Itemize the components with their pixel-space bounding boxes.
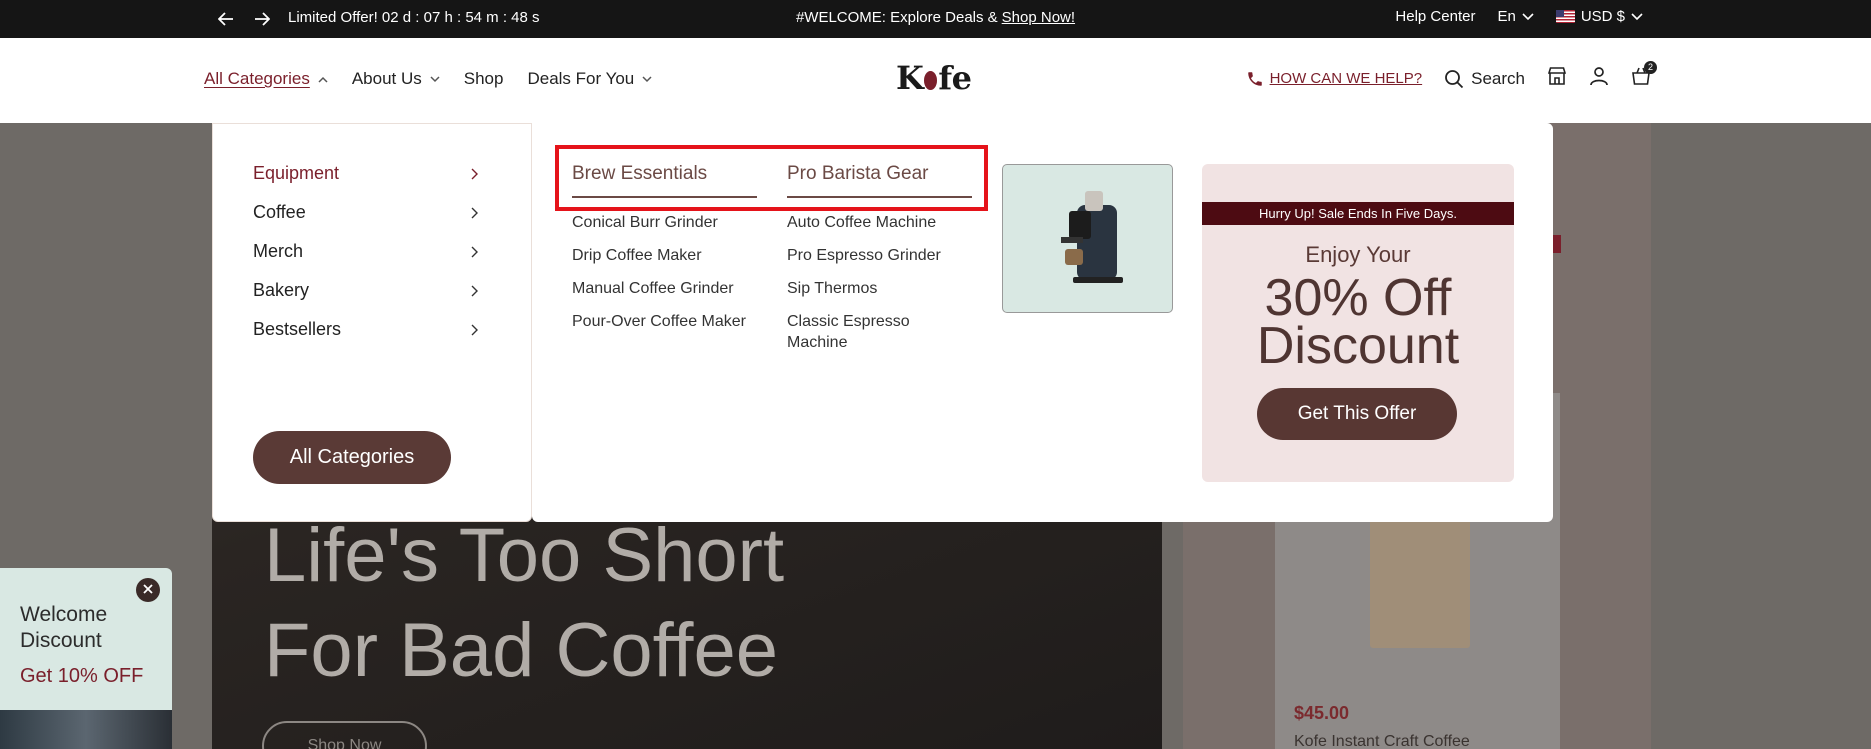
popup-title: Welcome Discount [20,603,108,652]
promo-enjoy-text: Enjoy Your [1305,242,1411,267]
language-selector[interactable]: En [1497,8,1534,25]
search-icon [1445,69,1464,88]
popup-subtitle[interactable]: Get 10% OFF [20,665,143,688]
promo-offer-card: Hurry Up! Sale Ends In Five Days. Enjoy … [1202,164,1514,482]
account-icon[interactable] [1589,66,1609,91]
welcome-discount-popup: Welcome Discount Get 10% OFF [0,568,172,749]
category-list: Equipment Coffee Merch Bakery Bestseller… [253,154,478,349]
all-categories-button[interactable]: All Categories [253,431,451,484]
menu-link[interactable]: Drip Coffee Maker [572,245,757,266]
chevron-down-icon [1631,12,1643,20]
currency-label: USD $ [1580,8,1625,25]
chevron-down-icon [1522,12,1534,20]
chevron-right-icon [471,207,478,218]
nav-deals-for-you[interactable]: Deals For You [527,69,652,89]
category-panel: Equipment Coffee Merch Bakery Bestseller… [212,123,532,522]
shop-now-link[interactable]: Shop Now! [1002,9,1075,26]
language-label: En [1497,8,1516,25]
main-nav: All Categories About Us Shop Deals For Y… [204,69,652,89]
category-item-bakery[interactable]: Bakery [253,271,478,310]
store-icon[interactable] [1547,66,1567,91]
menu-link[interactable]: Sip Thermos [787,278,972,299]
coffee-bean-icon [924,71,938,90]
chevron-right-icon [471,246,478,257]
category-item-equipment[interactable]: Equipment [253,154,478,193]
popup-product-image [0,710,172,749]
menu-link[interactable]: Auto Coffee Machine [787,212,972,233]
column-heading[interactable]: Pro Barista Gear [787,163,972,198]
product-price: $45.00 [1294,703,1350,723]
menu-link[interactable]: Pro Espresso Grinder [787,245,972,266]
currency-selector[interactable]: USD $ [1555,8,1643,25]
chevron-right-icon [471,168,478,179]
column-heading[interactable]: Brew Essentials [572,163,757,198]
product-image [1370,518,1470,648]
menu-column-brew-essentials: Brew Essentials Conical Burr Grinder Dri… [572,163,757,344]
chevron-right-icon [471,285,478,296]
promo-strip: Hurry Up! Sale Ends In Five Days. [1202,202,1514,225]
menu-link[interactable]: Conical Burr Grinder [572,212,757,233]
phone-icon [1247,71,1262,86]
category-item-coffee[interactable]: Coffee [253,193,478,232]
menu-link[interactable]: Pour-Over Coffee Maker [572,311,757,332]
search-button[interactable]: Search [1444,69,1525,89]
site-logo[interactable]: Kfe [896,59,972,97]
site-header: All Categories About Us Shop Deals For Y… [0,38,1871,123]
category-item-merch[interactable]: Merch [253,232,478,271]
hero-shop-now-button[interactable]: Shop Now [262,721,427,749]
cart-button[interactable]: 2 [1631,61,1657,91]
menu-link[interactable]: Manual Coffee Grinder [572,278,757,299]
close-icon[interactable] [136,578,160,602]
nav-all-categories[interactable]: All Categories [204,69,328,89]
help-phone-link[interactable]: HOW CAN WE HELP? [1246,70,1422,88]
espresso-machine-thumbnail[interactable] [1002,164,1173,313]
menu-column-pro-barista-gear: Pro Barista Gear Auto Coffee Machine Pro… [787,163,972,365]
chevron-down-icon [430,75,440,82]
help-center-link[interactable]: Help Center [1395,8,1475,25]
category-item-bestsellers[interactable]: Bestsellers [253,310,478,349]
chevron-right-icon [471,324,478,335]
mega-menu: Brew Essentials Conical Burr Grinder Dri… [532,123,1553,522]
cart-count-badge: 2 [1644,61,1657,74]
espresso-machine-image [1061,191,1123,283]
menu-link[interactable]: Classic Espresso Machine [787,311,972,353]
nav-about-us[interactable]: About Us [352,69,440,89]
chevron-up-icon [318,76,328,83]
hero-headline: Life's Too Short For Bad Coffee [264,513,785,693]
chevron-down-icon [642,75,652,82]
promo-discount-text: 30% Off Discount [1256,269,1460,375]
nav-shop[interactable]: Shop [464,69,504,89]
get-offer-button[interactable]: Get This Offer [1257,388,1457,440]
announcement-bar: Limited Offer! 02 d : 07 h : 54 m : 48 s… [0,0,1871,38]
us-flag-icon [1555,10,1575,23]
product-title[interactable]: Kofe Instant Craft Coffee [1294,733,1470,749]
